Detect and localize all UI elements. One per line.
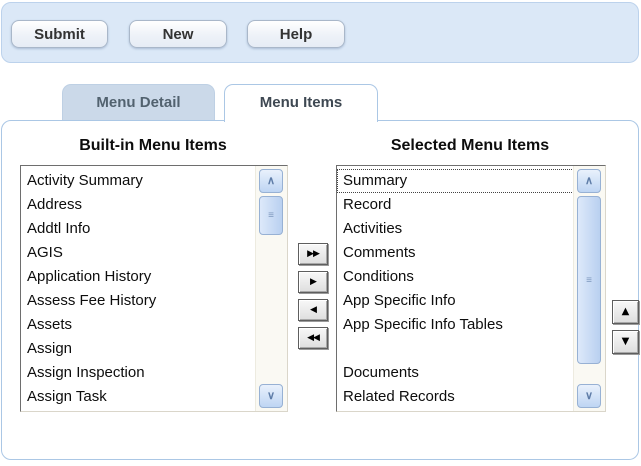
tab-menu-detail[interactable]: Menu Detail: [62, 84, 215, 121]
move-up-button[interactable]: ▲: [612, 300, 639, 324]
list-item[interactable]: Assess Fee History: [21, 289, 256, 313]
scroll-down-button[interactable]: ∨: [259, 384, 283, 408]
scrollbar-thumb[interactable]: ≡: [259, 196, 283, 235]
move-all-left-button[interactable]: ◀◀: [298, 327, 328, 349]
builtin-list-title: Built-in Menu Items: [20, 136, 286, 156]
list-item[interactable]: [337, 337, 574, 361]
selected-scrollbar[interactable]: ∧ ≡ ∨: [573, 166, 605, 411]
list-item[interactable]: Application History: [21, 265, 256, 289]
list-item[interactable]: Assign: [21, 337, 256, 361]
thumb-grip-icon: ≡: [586, 275, 592, 286]
scroll-down-button[interactable]: ∨: [577, 384, 601, 408]
chevron-up-icon: ∧: [585, 175, 593, 187]
list-item[interactable]: Activity Summary: [21, 169, 256, 193]
list-item[interactable]: Activities: [337, 217, 574, 241]
move-left-button[interactable]: ◀: [298, 299, 328, 321]
app-window: Submit New Help Menu Detail Menu Items B…: [0, 0, 641, 466]
selected-listbox[interactable]: Summary Record Activities Comments Condi…: [336, 165, 606, 412]
list-item[interactable]: App Specific Info Tables: [337, 313, 574, 337]
list-item[interactable]: Record: [337, 193, 574, 217]
list-item[interactable]: Assign Task: [21, 385, 256, 409]
list-item[interactable]: Assets: [21, 313, 256, 337]
list-item[interactable]: Address: [21, 193, 256, 217]
selected-list-items: Summary Record Activities Comments Condi…: [337, 169, 574, 409]
list-item[interactable]: Documents: [337, 361, 574, 385]
thumb-grip-icon: ≡: [268, 210, 274, 221]
list-item[interactable]: Assign Inspection: [21, 361, 256, 385]
submit-button[interactable]: Submit: [11, 20, 108, 48]
builtin-scrollbar[interactable]: ∧ ≡ ∨: [255, 166, 287, 411]
chevron-down-icon: ∨: [267, 390, 275, 402]
list-item[interactable]: Addtl Info: [21, 217, 256, 241]
scroll-up-button[interactable]: ∧: [259, 169, 283, 193]
move-right-button[interactable]: ▶: [298, 271, 328, 293]
move-all-right-button[interactable]: ▶▶: [298, 243, 328, 265]
chevron-up-icon: ∧: [267, 175, 275, 187]
toolbar: Submit New Help: [1, 2, 639, 63]
builtin-list-items: Activity Summary Address Addtl Info AGIS…: [21, 169, 256, 409]
list-item[interactable]: Comments: [337, 241, 574, 265]
new-button[interactable]: New: [129, 20, 227, 48]
move-down-button[interactable]: ▼: [612, 330, 639, 354]
scrollbar-thumb[interactable]: ≡: [577, 196, 601, 364]
chevron-down-icon: ∨: [585, 390, 593, 402]
list-item[interactable]: Conditions: [337, 265, 574, 289]
help-button[interactable]: Help: [247, 20, 345, 48]
list-item[interactable]: AGIS: [21, 241, 256, 265]
builtin-listbox[interactable]: Activity Summary Address Addtl Info AGIS…: [20, 165, 288, 412]
list-item[interactable]: Related Records: [337, 385, 574, 409]
list-item[interactable]: App Specific Info: [337, 289, 574, 313]
selected-list-title: Selected Menu Items: [336, 136, 604, 156]
tab-menu-items[interactable]: Menu Items: [224, 84, 378, 122]
list-item[interactable]: Summary: [337, 169, 574, 193]
scroll-up-button[interactable]: ∧: [577, 169, 601, 193]
